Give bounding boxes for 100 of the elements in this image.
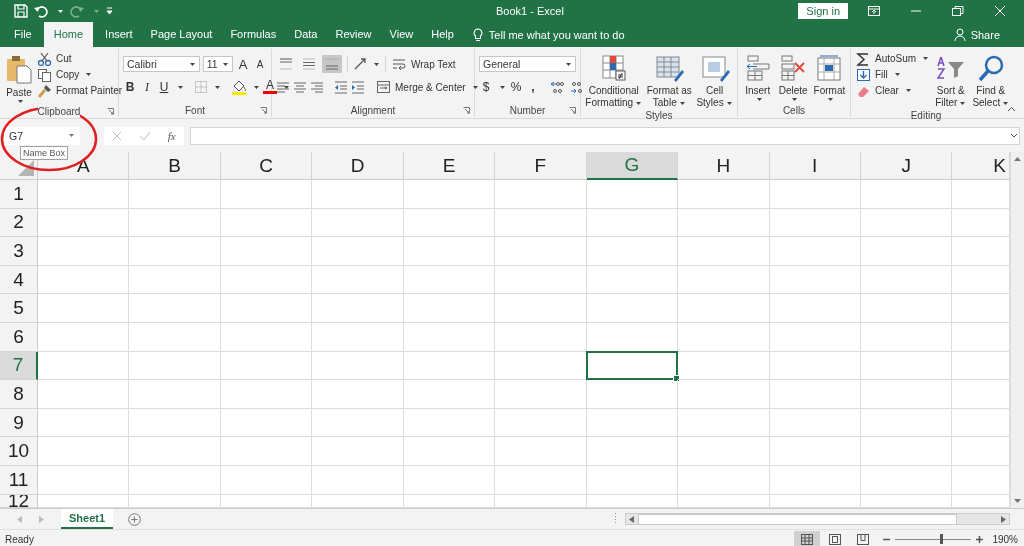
wrap-text-button[interactable]: Wrap Text bbox=[391, 56, 457, 72]
grid-cell[interactable] bbox=[678, 322, 770, 352]
grid-cell[interactable] bbox=[586, 208, 679, 238]
ribbon-tab[interactable]: Review bbox=[326, 22, 381, 47]
grid-cell[interactable] bbox=[403, 294, 496, 323]
grid-cell[interactable] bbox=[678, 465, 770, 495]
style-button[interactable]: Cell Styles bbox=[695, 51, 734, 110]
grid-cell[interactable] bbox=[129, 380, 221, 409]
grid-cell[interactable] bbox=[586, 180, 679, 209]
grid-cell[interactable] bbox=[403, 437, 496, 466]
grid-cell[interactable] bbox=[129, 294, 221, 323]
grid-cell[interactable] bbox=[403, 265, 496, 295]
grid-cell[interactable] bbox=[312, 408, 404, 438]
grid-cell[interactable] bbox=[312, 237, 404, 266]
grid-cell[interactable] bbox=[586, 437, 679, 466]
normal-view-button[interactable] bbox=[794, 530, 821, 546]
shrink-font-button[interactable]: A bbox=[253, 55, 267, 73]
grid-cell[interactable] bbox=[403, 465, 496, 495]
grid-cell[interactable] bbox=[678, 408, 770, 438]
ribbon-tab[interactable]: Data bbox=[285, 22, 327, 47]
grid-cell[interactable] bbox=[220, 294, 313, 323]
cells-button[interactable]: Format bbox=[812, 51, 847, 104]
number-format-dropdown[interactable]: General bbox=[479, 56, 576, 72]
row-header[interactable]: 6 bbox=[0, 322, 38, 352]
grid-cell[interactable] bbox=[769, 208, 861, 238]
grid-cell[interactable] bbox=[769, 408, 861, 438]
clear-button[interactable]: Clear bbox=[855, 83, 931, 98]
horizontal-scrollbar[interactable] bbox=[625, 513, 1010, 525]
grid-cell[interactable] bbox=[129, 351, 221, 381]
grid-cell[interactable] bbox=[586, 237, 679, 266]
grid-cell[interactable] bbox=[495, 180, 587, 209]
grid-cell[interactable] bbox=[495, 437, 587, 466]
grid-cell[interactable] bbox=[403, 208, 496, 238]
ribbon-tab[interactable]: Page Layout bbox=[141, 22, 222, 47]
grid-cell[interactable] bbox=[220, 408, 313, 438]
grid-cell[interactable] bbox=[129, 208, 221, 238]
grid-cell[interactable] bbox=[860, 208, 953, 238]
grid-cell[interactable] bbox=[312, 265, 404, 295]
percent-button[interactable]: % bbox=[509, 78, 523, 96]
row-header[interactable]: 11 bbox=[0, 465, 38, 495]
grid-cell[interactable] bbox=[312, 208, 404, 238]
grid-cell[interactable] bbox=[860, 237, 953, 266]
grid-cell[interactable] bbox=[678, 294, 770, 323]
ribbon-tab[interactable]: File bbox=[0, 22, 41, 47]
grid-cell[interactable] bbox=[220, 265, 313, 295]
formula-input[interactable] bbox=[190, 126, 1020, 145]
insert-function-button[interactable]: fx bbox=[167, 129, 176, 142]
font-name-dropdown[interactable]: Calibri bbox=[123, 56, 200, 72]
ribbon-tab[interactable]: Help bbox=[422, 22, 463, 47]
grid-cell[interactable] bbox=[129, 180, 221, 209]
currency-button[interactable]: $ bbox=[479, 78, 493, 96]
sheet-tab[interactable]: Sheet1 bbox=[61, 508, 114, 529]
grid-cell[interactable] bbox=[860, 408, 953, 438]
sort-filter-button[interactable]: Sort & Filter bbox=[934, 51, 968, 110]
grid-cell[interactable] bbox=[769, 294, 861, 323]
grid-cell[interactable] bbox=[860, 180, 953, 209]
grid-cell[interactable] bbox=[678, 351, 770, 381]
column-header[interactable]: C bbox=[220, 152, 313, 180]
bold-button[interactable]: B bbox=[123, 78, 137, 96]
grid-cell[interactable] bbox=[495, 294, 587, 323]
tell-me-search[interactable]: Tell me what you want to do bbox=[462, 22, 625, 47]
grid-cell[interactable] bbox=[860, 465, 953, 495]
slider-thumb[interactable] bbox=[940, 533, 943, 544]
column-header[interactable]: D bbox=[312, 152, 404, 180]
grid-cell[interactable] bbox=[586, 465, 679, 495]
column-header[interactable]: F bbox=[495, 152, 587, 180]
grid-cell[interactable] bbox=[403, 351, 496, 381]
column-header[interactable]: K bbox=[952, 152, 1010, 180]
column-header[interactable]: J bbox=[860, 152, 953, 180]
grid-cell[interactable] bbox=[495, 408, 587, 438]
grid-cell[interactable] bbox=[678, 437, 770, 466]
row-header[interactable]: 8 bbox=[0, 380, 38, 409]
grid-cell[interactable] bbox=[769, 322, 861, 352]
grid-cell[interactable] bbox=[220, 322, 313, 352]
grid-cell[interactable] bbox=[495, 322, 587, 352]
row-header[interactable]: 9 bbox=[0, 408, 38, 438]
grid-cell[interactable] bbox=[403, 237, 496, 266]
grid-cell[interactable] bbox=[495, 265, 587, 295]
grid-cell[interactable] bbox=[312, 437, 404, 466]
grid-cell[interactable] bbox=[220, 237, 313, 266]
grid-cell[interactable] bbox=[312, 351, 404, 381]
merge-center-button[interactable]: Merge & Center bbox=[375, 79, 480, 95]
grid-cell[interactable] bbox=[129, 465, 221, 495]
grid-cell[interactable] bbox=[769, 380, 861, 409]
grid-cell[interactable] bbox=[38, 351, 130, 381]
grid-cell[interactable] bbox=[129, 408, 221, 438]
grid-cell[interactable] bbox=[220, 180, 313, 209]
grid-cell[interactable] bbox=[678, 380, 770, 409]
row-header[interactable]: 10 bbox=[0, 437, 38, 466]
grid-cell[interactable] bbox=[38, 465, 130, 495]
cells-button[interactable]: Delete bbox=[777, 51, 810, 104]
grid-cell[interactable] bbox=[678, 180, 770, 209]
grid-cell[interactable] bbox=[586, 265, 679, 295]
grid-cell[interactable] bbox=[769, 437, 861, 466]
grid-cell[interactable] bbox=[312, 294, 404, 323]
grid-cell[interactable] bbox=[860, 265, 953, 295]
grow-font-button[interactable]: A bbox=[236, 55, 250, 73]
name-box[interactable]: G7 bbox=[4, 126, 80, 145]
ribbon-tab[interactable]: Formulas bbox=[221, 22, 286, 47]
grid-cell[interactable] bbox=[129, 437, 221, 466]
